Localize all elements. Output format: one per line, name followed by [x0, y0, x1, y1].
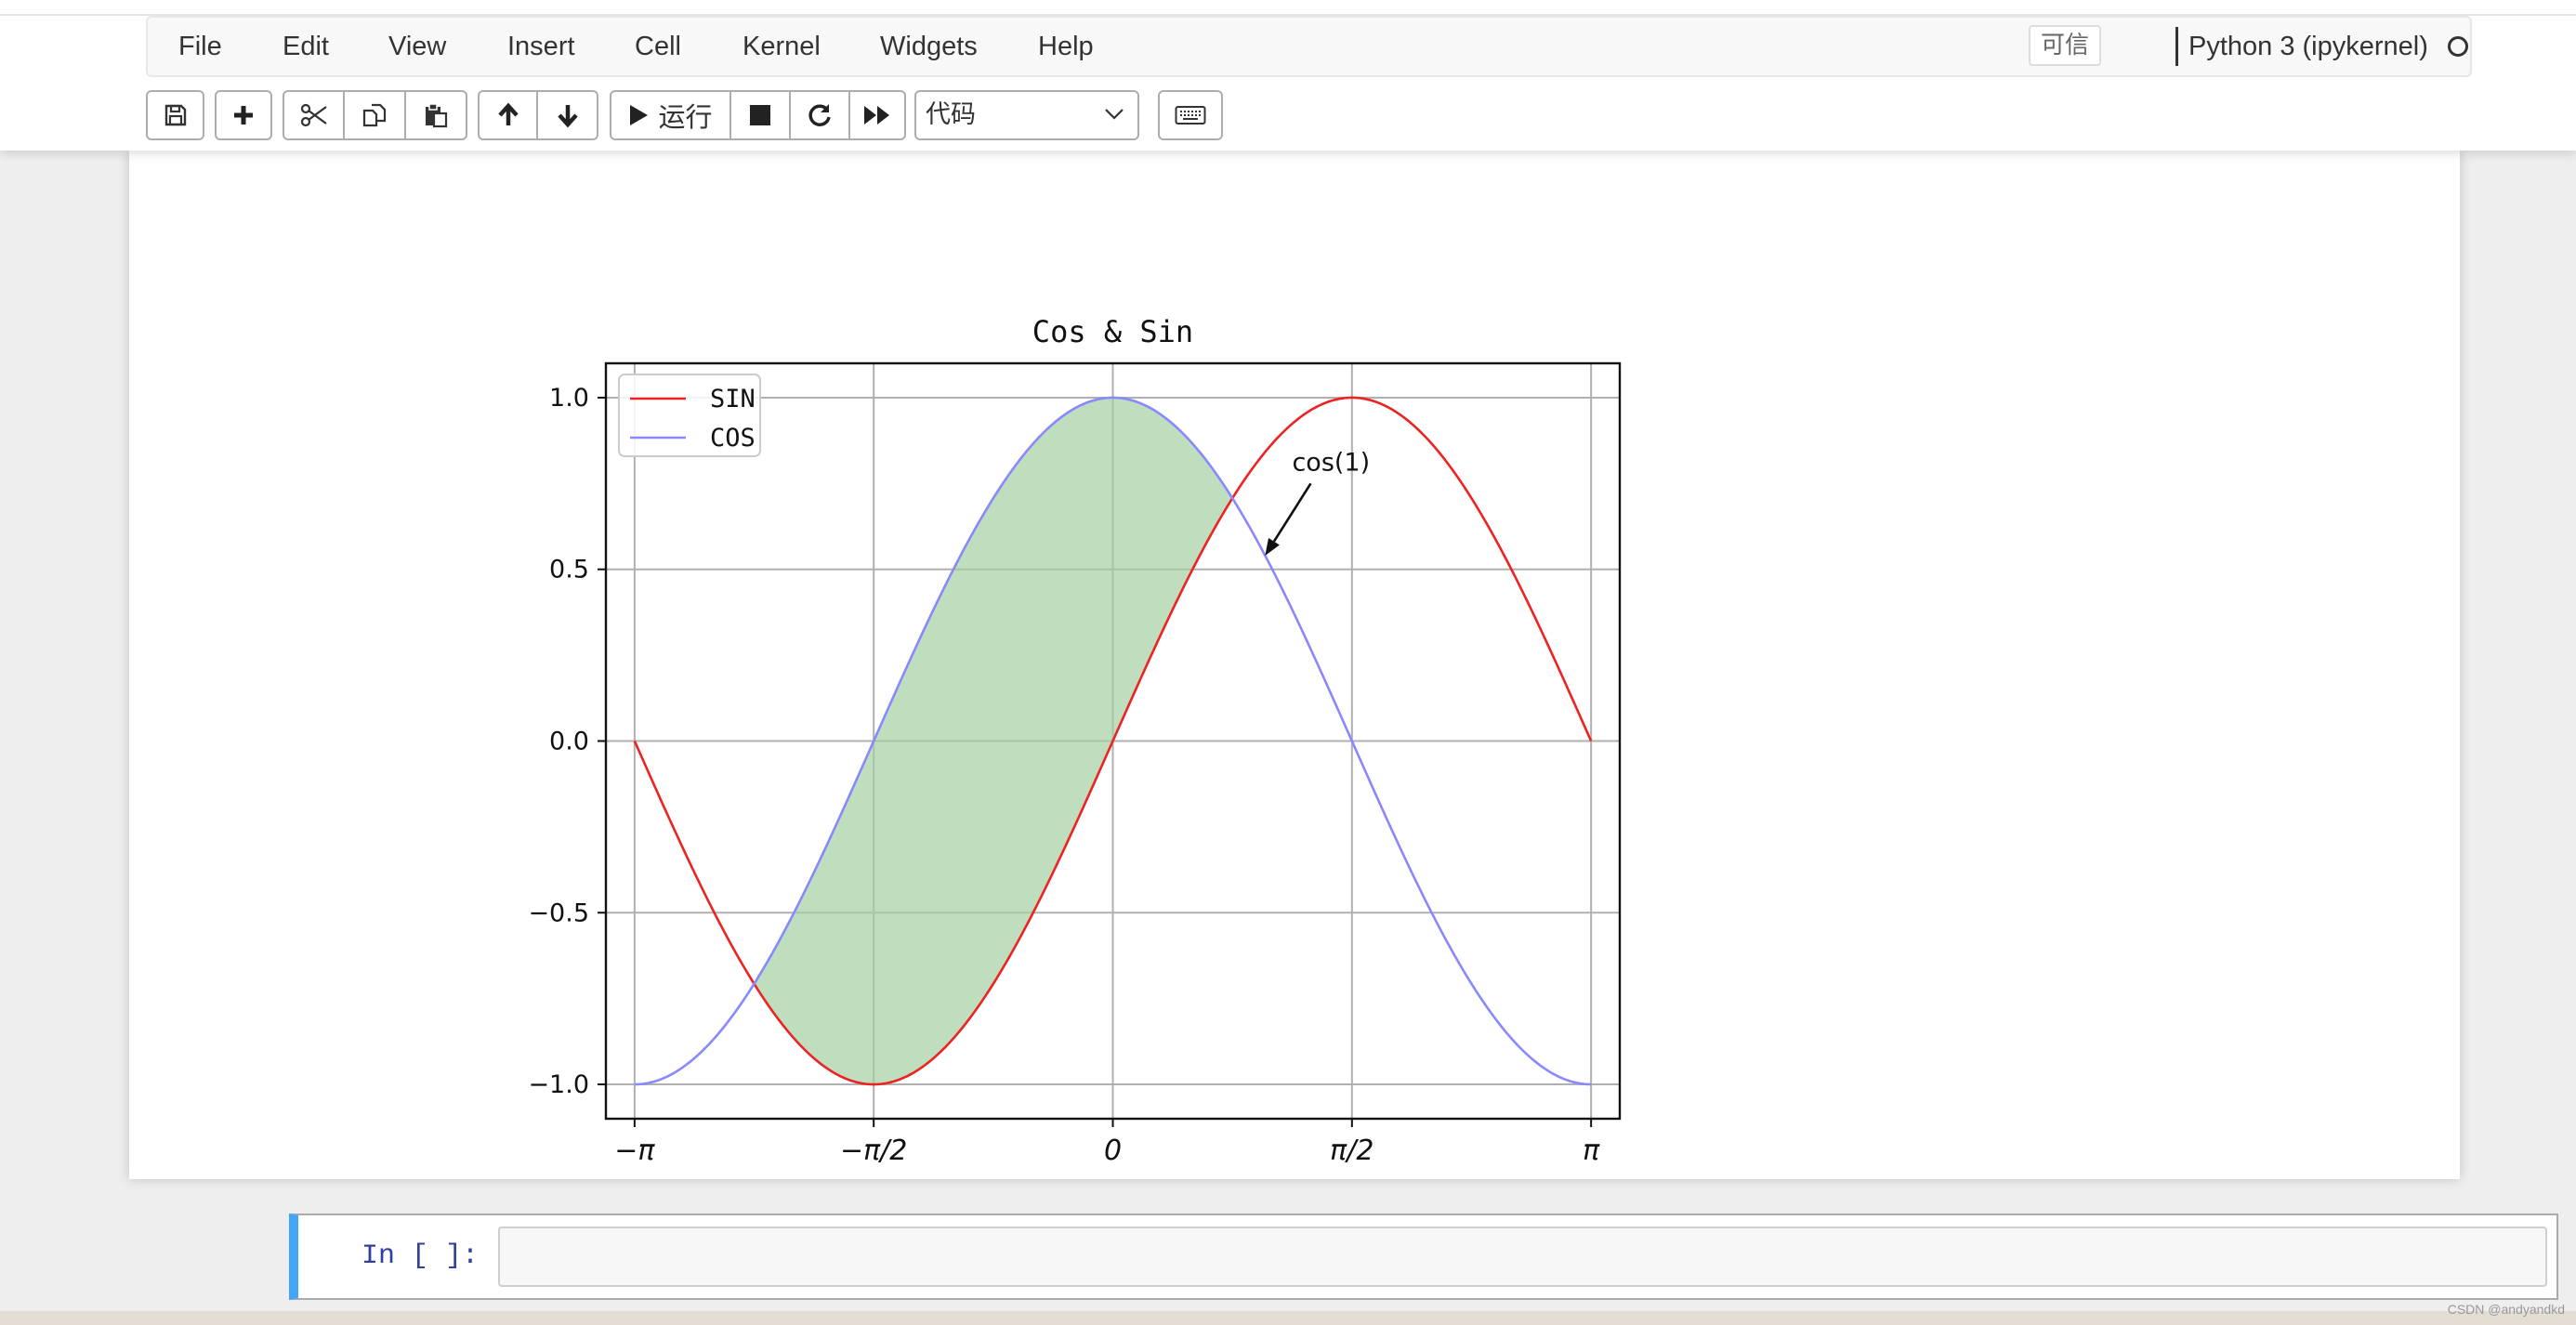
- y-tick-label: 0.0: [549, 728, 589, 756]
- kernel-name[interactable]: Python 3 (ipykernel): [2188, 18, 2428, 75]
- chevron-down-icon: [1105, 109, 1124, 120]
- restart-icon: [808, 104, 831, 126]
- save-icon: [164, 104, 186, 126]
- top-strip: [0, 0, 2576, 16]
- copy-icon: [362, 103, 387, 127]
- annotation-arrow: [1272, 482, 1312, 543]
- input-prompt: In [ ]:: [361, 1240, 480, 1272]
- arrow-down-icon: [557, 105, 578, 128]
- y-tick-label: 0.5: [549, 556, 589, 584]
- arrow-up-icon: [497, 102, 519, 125]
- legend-cos-label: COS: [710, 424, 756, 453]
- menu-file[interactable]: File: [178, 18, 222, 75]
- menu-view[interactable]: View: [388, 18, 446, 75]
- command-palette-button[interactable]: [1158, 90, 1223, 140]
- kernel-idle-indicator-icon: [2448, 36, 2468, 57]
- code-cell[interactable]: In [ ]:: [289, 1213, 2558, 1300]
- y-tick-label: 1.0: [549, 384, 589, 413]
- cell-type-select[interactable]: 代码: [914, 90, 1139, 140]
- legend-sin-label: SIN: [710, 385, 756, 413]
- x-tick-label: π/2: [1330, 1135, 1373, 1167]
- run-label: 运行: [658, 101, 713, 133]
- bottom-strip: [0, 1311, 2576, 1325]
- menu-cell[interactable]: Cell: [635, 18, 681, 75]
- copy-button[interactable]: [345, 90, 406, 140]
- annotation-text: cos(1): [1292, 448, 1370, 477]
- annotation-arrowhead: [1265, 537, 1280, 556]
- menu-insert[interactable]: Insert: [507, 18, 575, 75]
- menu-bar: File Edit View Insert Cell Kernel Widget…: [146, 16, 2472, 77]
- notebook-header: File Edit View Insert Cell Kernel Widget…: [0, 0, 2576, 151]
- stop-icon: [750, 105, 770, 125]
- keyboard-icon: [1175, 106, 1206, 125]
- notebook-container: Cos & Sin −π −π/2 0 π/2 π −1.0 −0.5 0.0 0.5 1.0 S…: [129, 151, 2558, 1300]
- x-tick-label: 0: [1104, 1135, 1122, 1167]
- menu-widgets[interactable]: Widgets: [880, 18, 978, 75]
- restart-run-all-button[interactable]: [850, 90, 906, 140]
- scissors-icon: [300, 103, 327, 127]
- code-input[interactable]: [498, 1227, 2547, 1287]
- trusted-indicator[interactable]: 可信: [2029, 25, 2101, 66]
- x-tick-label: −π/2: [840, 1135, 907, 1167]
- fast-forward-icon: [864, 106, 889, 125]
- cos-sin-chart: Cos & Sin −π −π/2 0 π/2 π −1.0 −0.5 0.0 0.5 1.0 S…: [528, 314, 1622, 1167]
- paste-icon: [426, 103, 448, 128]
- y-tick-label: −0.5: [528, 899, 589, 927]
- annotation: cos(1): [1265, 448, 1370, 556]
- interrupt-button[interactable]: [731, 90, 791, 140]
- restart-kernel-button[interactable]: [791, 90, 850, 140]
- move-down-button[interactable]: [538, 90, 598, 140]
- run-button[interactable]: 运行: [610, 90, 731, 140]
- paste-button[interactable]: [406, 90, 467, 140]
- menu-kernel[interactable]: Kernel: [743, 18, 821, 75]
- move-up-button[interactable]: [478, 90, 538, 140]
- kernel-divider: [2175, 27, 2178, 66]
- play-icon: [630, 105, 649, 125]
- insert-cell-button[interactable]: [215, 90, 272, 140]
- x-tick-label: π: [1583, 1135, 1600, 1167]
- menu-edit[interactable]: Edit: [283, 18, 329, 75]
- chart-title: Cos & Sin: [1032, 314, 1193, 349]
- save-button[interactable]: [146, 90, 204, 140]
- plus-icon: [234, 106, 253, 125]
- y-tick-label: −1.0: [528, 1070, 589, 1099]
- menu-help[interactable]: Help: [1038, 18, 1094, 75]
- chart-legend: SIN COS: [618, 374, 761, 457]
- cut-button[interactable]: [283, 90, 345, 140]
- x-tick-label: −π: [614, 1135, 655, 1167]
- cell-type-value: 代码: [926, 100, 976, 129]
- watermark: CSDN @andyandkd: [2447, 1302, 2565, 1317]
